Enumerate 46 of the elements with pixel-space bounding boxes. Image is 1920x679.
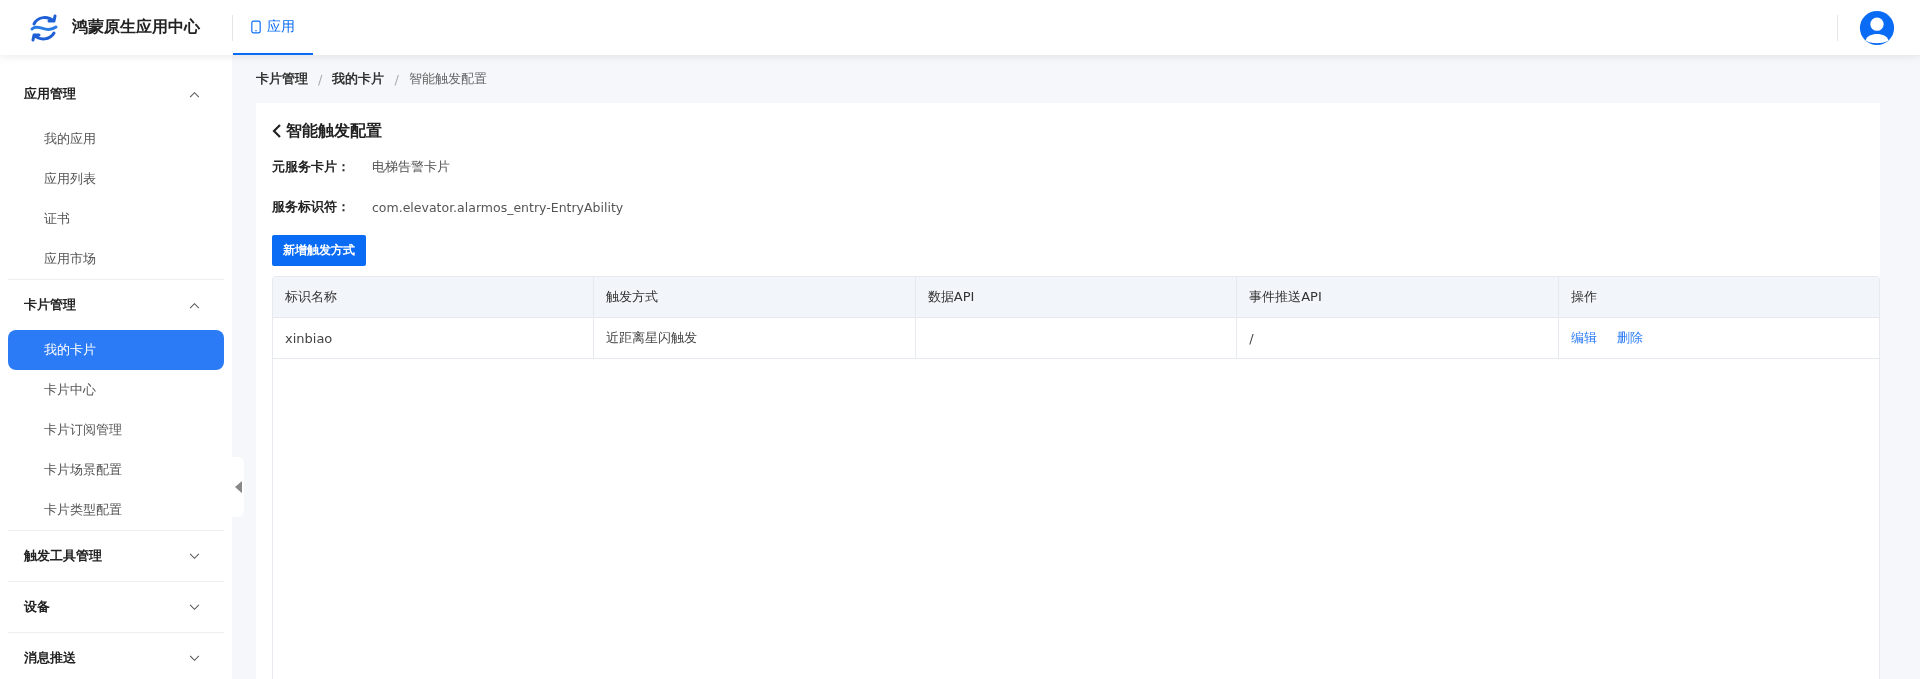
menu-item[interactable]: 卡片场景配置 — [8, 450, 224, 490]
breadcrumb-separator: / — [318, 71, 323, 87]
collapse-arrow-icon — [234, 480, 242, 494]
table-cell: / — [1249, 330, 1254, 346]
menu-group[interactable]: 应用管理 — [8, 69, 224, 119]
breadcrumb-item[interactable]: 卡片管理 — [256, 70, 308, 88]
breadcrumb-item[interactable]: 我的卡片 — [332, 70, 385, 88]
row-action-link[interactable]: 删除 — [1616, 329, 1643, 347]
chevron-icon — [189, 301, 200, 309]
avatar-icon[interactable] — [1858, 8, 1896, 47]
chevron-icon — [189, 654, 200, 662]
field-label: 元服务卡片： — [272, 158, 351, 176]
menu-group[interactable]: 触发工具管理 — [8, 531, 224, 581]
column-header: 操作 — [1557, 277, 1880, 317]
phone-icon — [251, 19, 261, 34]
table-cell: 近距离星闪触发 — [606, 329, 698, 347]
chevron-icon — [189, 552, 200, 560]
menu-group[interactable]: 消息推送 — [8, 633, 224, 679]
column-header: 触发方式 — [593, 277, 915, 317]
menu-item[interactable]: 卡片类型配置 — [8, 490, 224, 530]
field-value: com.elevator.alarmos_entry-EntryAbility — [372, 199, 624, 215]
field-value: 电梯告警卡片 — [372, 158, 450, 176]
menu-item[interactable]: 应用市场 — [8, 239, 224, 279]
menu-item[interactable]: 证书 — [8, 199, 224, 239]
menu-group[interactable]: 卡片管理 — [8, 280, 224, 330]
back-icon[interactable] — [272, 123, 282, 139]
menu-group[interactable]: 设备 — [8, 582, 224, 632]
menu-item[interactable]: 我的卡片 — [8, 330, 224, 370]
app-title: 鸿蒙原生应用中心 — [72, 17, 200, 38]
breadcrumb-separator: / — [394, 71, 399, 87]
add-trigger-button[interactable]: 新增触发方式 — [272, 235, 366, 266]
row-action-link[interactable]: 编辑 — [1570, 329, 1597, 347]
menu-item[interactable]: 卡片订阅管理 — [8, 410, 224, 450]
menu-item[interactable]: 卡片中心 — [8, 370, 224, 410]
table-cell: xinbiao — [285, 330, 333, 346]
column-header: 事件推送API — [1236, 277, 1558, 317]
collapse-handle[interactable] — [232, 457, 244, 517]
column-header: 标识名称 — [284, 288, 338, 306]
chevron-icon — [189, 603, 200, 611]
column-header: 数据API — [914, 277, 1237, 317]
field-label: 服务标识符： — [272, 198, 351, 216]
breadcrumb-item: 智能触发配置 — [408, 70, 487, 88]
menu-item[interactable]: 应用列表 — [8, 159, 224, 199]
page-title: 智能触发配置 — [286, 120, 382, 142]
menu-item[interactable]: 我的应用 — [8, 119, 224, 159]
chevron-icon — [189, 90, 200, 98]
